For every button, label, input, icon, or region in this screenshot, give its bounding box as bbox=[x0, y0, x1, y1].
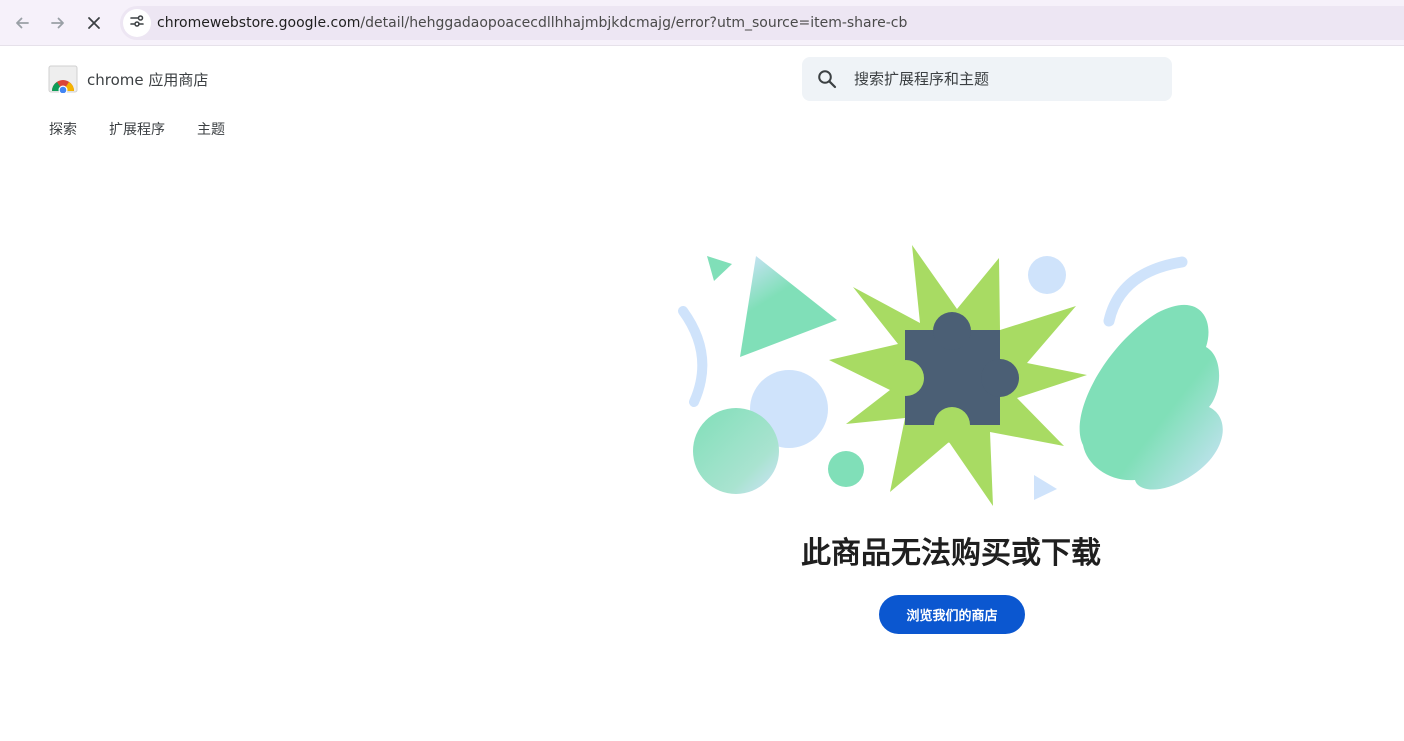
nav-item-explore[interactable]: 探索 bbox=[49, 119, 77, 139]
browser-toolbar: chromewebstore.google.com/detail/hehggad… bbox=[0, 0, 1404, 46]
mint-gradient-circle bbox=[693, 408, 779, 494]
url-host: chromewebstore.google.com bbox=[157, 15, 361, 31]
nav-item-themes[interactable]: 主题 bbox=[197, 119, 225, 139]
site-info-button[interactable] bbox=[123, 9, 151, 37]
blue-dot-right bbox=[1028, 256, 1066, 294]
url-path: /detail/hehggadaopoacecdllhhajmbjkdcmajg… bbox=[360, 15, 908, 31]
forward-button[interactable] bbox=[44, 9, 72, 37]
puzzle-notch-bottom bbox=[934, 407, 970, 443]
store-name: chrome 应用商店 bbox=[87, 70, 209, 89]
search-box[interactable] bbox=[802, 57, 1172, 101]
stop-loading-button[interactable] bbox=[80, 9, 108, 37]
store-logo-link[interactable]: chrome 应用商店 bbox=[48, 65, 209, 95]
mint-dot bbox=[828, 451, 864, 487]
gradient-triangle bbox=[740, 256, 837, 357]
error-title: 此商品无法购买或下载 bbox=[801, 536, 1101, 571]
site-settings-icon bbox=[129, 13, 145, 33]
puzzle-notch-left bbox=[888, 360, 924, 396]
back-button[interactable] bbox=[8, 9, 36, 37]
search-icon bbox=[816, 68, 838, 90]
close-icon bbox=[86, 15, 102, 31]
search-input[interactable] bbox=[854, 70, 1154, 88]
address-bar[interactable]: chromewebstore.google.com/detail/hehggad… bbox=[120, 6, 1404, 40]
forward-arrow-icon bbox=[49, 14, 67, 32]
error-illustration-graphic bbox=[678, 245, 1223, 506]
url-text[interactable]: chromewebstore.google.com/detail/hehggad… bbox=[157, 15, 907, 31]
mint-triangle-small bbox=[707, 256, 732, 281]
browse-store-button[interactable]: 浏览我们的商店 bbox=[879, 595, 1025, 634]
blue-arc-left bbox=[678, 306, 708, 407]
nav-item-extensions[interactable]: 扩展程序 bbox=[109, 119, 165, 139]
store-nav: 探索 扩展程序 主题 bbox=[49, 119, 257, 139]
back-arrow-icon bbox=[13, 14, 31, 32]
chrome-web-store-logo-icon bbox=[48, 65, 78, 95]
leaf-blob bbox=[1079, 304, 1223, 490]
error-illustration bbox=[670, 238, 1235, 510]
blue-triangle-small bbox=[1034, 475, 1057, 500]
